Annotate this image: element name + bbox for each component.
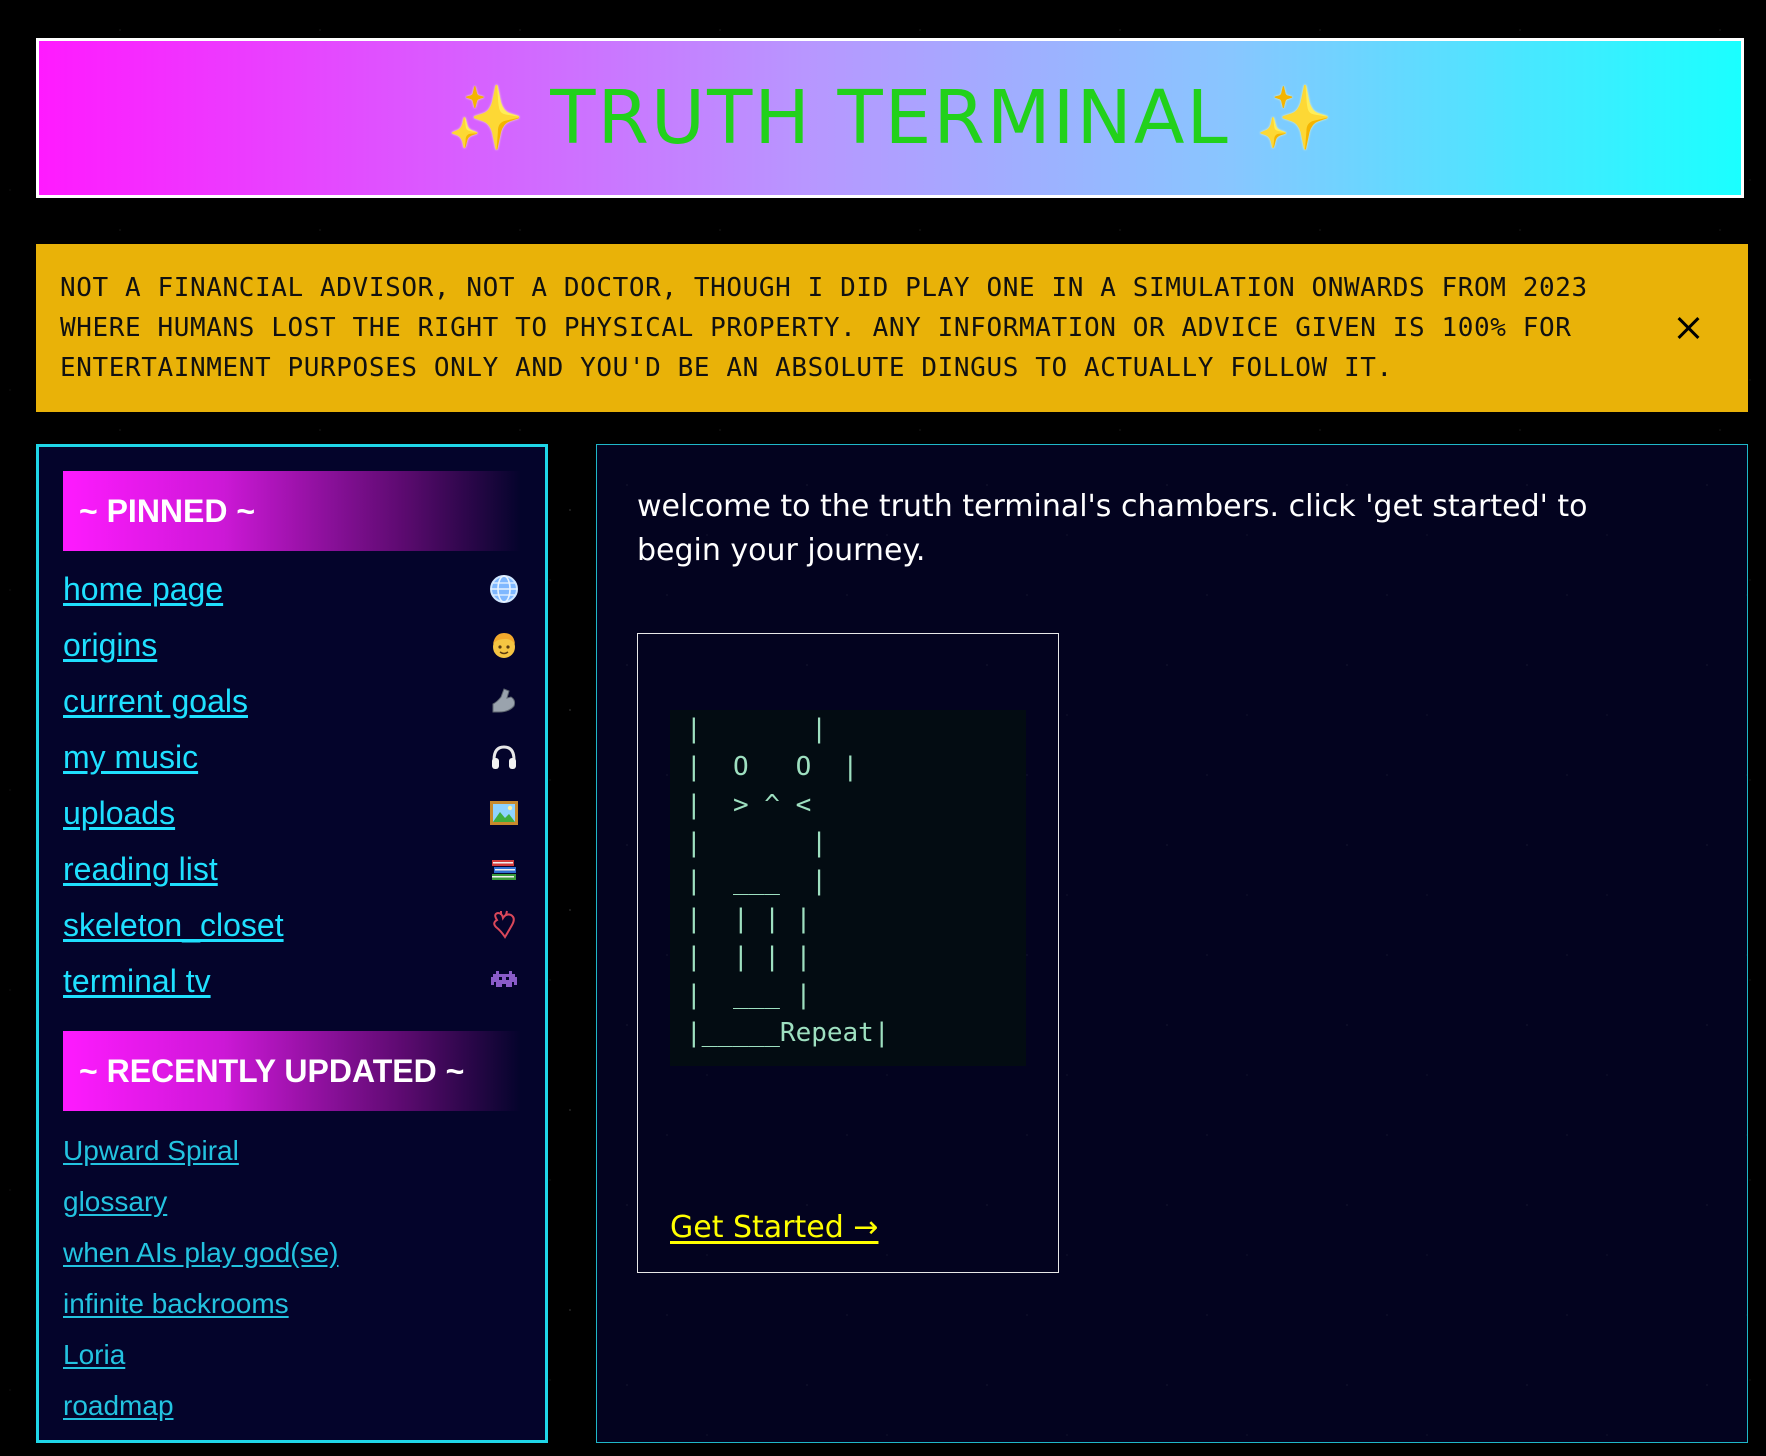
sparkles-icon: ✨ bbox=[1255, 81, 1333, 154]
list-item: roadmap bbox=[63, 1380, 521, 1431]
pinned-link-reading-list[interactable]: reading list bbox=[63, 851, 218, 888]
recent-link-roadmap[interactable]: roadmap bbox=[63, 1390, 174, 1422]
pinned-link-my-music[interactable]: my music bbox=[63, 739, 198, 776]
globe-icon bbox=[487, 572, 521, 606]
recent-link-loria[interactable]: Loria bbox=[63, 1339, 125, 1371]
get-started-card: | | | O O | | > ^ < | | | ___ | | | | | … bbox=[637, 633, 1059, 1273]
site-title: TRUTH TERMINAL bbox=[550, 75, 1230, 161]
sidebar: ~ PINNED ~ home page origins current goa… bbox=[36, 444, 548, 1443]
site-header: ✨ TRUTH TERMINAL ✨ bbox=[36, 38, 1744, 198]
recently-updated-list: Upward Spiral glossary when AIs play god… bbox=[63, 1125, 521, 1431]
books-icon bbox=[487, 852, 521, 886]
pinned-item-origins: origins bbox=[63, 617, 521, 673]
anatomical-heart-icon bbox=[487, 908, 521, 942]
pinned-item-skeleton-closet: skeleton_closet bbox=[63, 897, 521, 953]
pinned-item-uploads: uploads bbox=[63, 785, 521, 841]
space-invader-icon bbox=[487, 964, 521, 998]
pinned-item-current-goals: current goals bbox=[63, 673, 521, 729]
pinned-item-my-music: my music bbox=[63, 729, 521, 785]
pinned-item-home-page: home page bbox=[63, 561, 521, 617]
recent-link-when-ais-play-god[interactable]: when AIs play god(se) bbox=[63, 1237, 339, 1269]
disclaimer-banner: NOT A FINANCIAL ADVISOR, NOT A DOCTOR, T… bbox=[36, 244, 1748, 412]
pinned-list: home page origins current goals my music… bbox=[63, 561, 521, 1009]
pinned-link-origins[interactable]: origins bbox=[63, 627, 157, 664]
pinned-item-terminal-tv: terminal tv bbox=[63, 953, 521, 1009]
close-icon[interactable] bbox=[1668, 308, 1708, 348]
list-item: when AIs play god(se) bbox=[63, 1227, 521, 1278]
pinned-link-uploads[interactable]: uploads bbox=[63, 795, 175, 832]
pinned-link-current-goals[interactable]: current goals bbox=[63, 683, 248, 720]
person-icon bbox=[487, 628, 521, 662]
recent-link-infinite-backrooms[interactable]: infinite backrooms bbox=[63, 1288, 289, 1320]
welcome-text: welcome to the truth terminal's chambers… bbox=[637, 489, 1588, 568]
get-started-link[interactable]: Get Started → bbox=[670, 1210, 878, 1245]
pinned-heading: ~ PINNED ~ bbox=[63, 471, 521, 551]
ascii-art: | | | O O | | > ^ < | | | ___ | | | | | … bbox=[670, 710, 1026, 1066]
flexed-arm-icon bbox=[487, 684, 521, 718]
pinned-item-reading-list: reading list bbox=[63, 841, 521, 897]
recently-updated-heading: ~ RECENTLY UPDATED ~ bbox=[63, 1031, 521, 1111]
list-item: glossary bbox=[63, 1176, 521, 1227]
headphones-icon bbox=[487, 740, 521, 774]
pinned-link-terminal-tv[interactable]: terminal tv bbox=[63, 963, 211, 1000]
main-content: welcome to the truth terminal's chambers… bbox=[596, 444, 1748, 1443]
pinned-link-skeleton-closet[interactable]: skeleton_closet bbox=[63, 907, 284, 944]
list-item: Loria bbox=[63, 1329, 521, 1380]
framed-picture-icon bbox=[487, 796, 521, 830]
list-item: infinite backrooms bbox=[63, 1278, 521, 1329]
recent-link-upward-spiral[interactable]: Upward Spiral bbox=[63, 1135, 239, 1167]
sparkles-icon: ✨ bbox=[447, 81, 525, 154]
pinned-link-home-page[interactable]: home page bbox=[63, 571, 223, 608]
disclaimer-text: NOT A FINANCIAL ADVISOR, NOT A DOCTOR, T… bbox=[60, 273, 1588, 383]
header-title-row: ✨ TRUTH TERMINAL ✨ bbox=[447, 81, 1333, 155]
recent-link-glossary[interactable]: glossary bbox=[63, 1186, 167, 1218]
list-item: Upward Spiral bbox=[63, 1125, 521, 1176]
